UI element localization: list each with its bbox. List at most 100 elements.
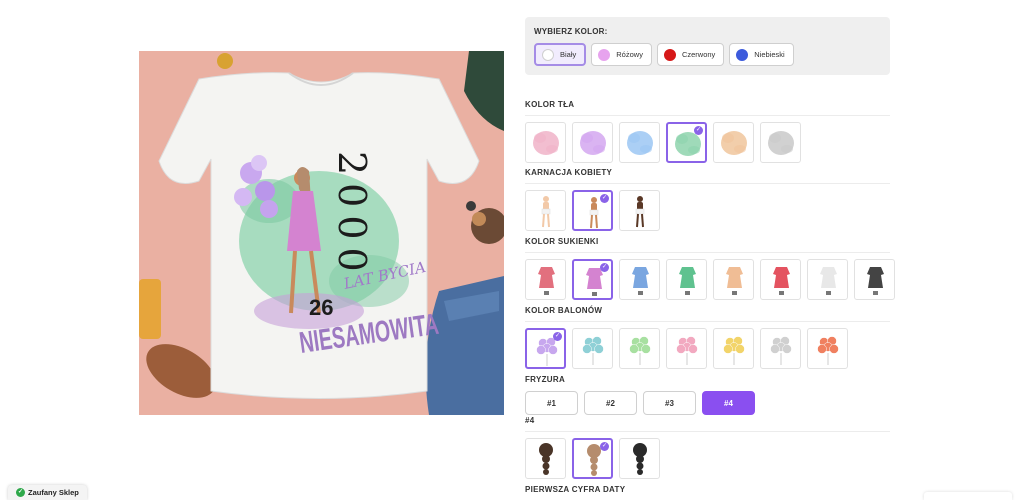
balloon [594,344,604,354]
dress-tag [638,291,643,295]
balloon-color-label: KOLOR BALONÓW [525,306,603,315]
dress-color-option-6[interactable] [807,259,848,300]
background-swatch-5[interactable] [760,122,801,163]
divider [525,321,890,322]
balloon-color-option-4[interactable] [713,328,754,369]
balloon [817,344,827,354]
balloon [829,344,839,354]
hairstyle-option-2[interactable]: #3 [643,391,696,415]
dress-tag [592,292,597,296]
shirt-color-options: Biały Różowy Czerwony Niebieski [534,43,881,66]
skin-tone-option-1[interactable]: ✓ [572,190,613,231]
balloon-color-option-0[interactable]: ✓ [525,328,566,369]
color-swatch-icon [598,48,611,61]
check-icon: ✓ [16,488,25,497]
skin-tone-option-0[interactable] [525,190,566,231]
dress-icon [726,267,743,295]
figure-head [543,196,549,202]
tshirt-mockup: 2000 LAT BYCIA 26 NIESAMOWITA [139,51,504,415]
balloon-color-option-3[interactable] [666,328,707,369]
figure-underwear [541,208,551,215]
splash-blob [546,145,558,153]
splash-blob [676,134,688,144]
balloon-color-option-1[interactable] [572,328,613,369]
hairstyle-option-0[interactable]: #1 [525,391,578,415]
splash-blob [581,133,593,143]
dress-color-option-7[interactable] [854,259,895,300]
watercolor-splash-icon [768,131,794,155]
hair-braid-icon [633,443,647,475]
braid-segment [591,470,597,476]
balloon-color-option-5[interactable] [760,328,801,369]
background-swatch-4[interactable] [713,122,754,163]
hair-top [539,443,553,457]
hair-braid-icon [539,443,553,475]
chat-widget-tab[interactable] [924,492,1012,500]
figure-leg [590,214,593,229]
dress-icon [679,267,696,295]
dress-color-option-0[interactable] [525,259,566,300]
dress-tag [544,291,549,295]
shirt-color-panel: WYBIERZ KOLOR: Biały Różowy Czerwony Niebie… [525,17,890,75]
hair-color-option-2[interactable] [619,438,660,479]
dress-color-option-5[interactable] [760,259,801,300]
skin-tone-option-2[interactable] [619,190,660,231]
background-swatch-2[interactable] [619,122,660,163]
braid-segment [590,456,598,464]
dress-color-option-2[interactable] [619,259,660,300]
background-swatch-1[interactable] [572,122,613,163]
divider [525,252,890,253]
balloon [548,345,558,355]
trusted-shop-badge[interactable]: ✓ Zaufany Sklep [8,485,87,500]
dress-color-options: ✓ [525,259,895,300]
watercolor-splash-icon [721,131,747,155]
color-option-1[interactable]: Różowy [591,43,652,66]
splash-blob [688,146,700,154]
splash-blob [593,145,605,153]
balloon-color-options: ✓ [525,328,848,369]
color-option-3[interactable]: Niebieski [729,43,794,66]
splash-blob [534,133,546,143]
background-swatch-0[interactable] [525,122,566,163]
figure-leg [641,213,644,228]
dress-shape [679,267,696,288]
dress-icon [538,267,555,295]
figure-leg [636,213,639,228]
check-icon: ✓ [600,442,609,451]
dress-icon [773,267,790,295]
balloon-color-option-2[interactable] [619,328,660,369]
color-option-0[interactable]: Biały [534,43,587,66]
hairstyle-option-3[interactable]: #4 [702,391,755,415]
color-option-2[interactable]: Czerwony [656,43,725,66]
balloon [536,345,546,355]
dress-shape [586,268,603,289]
balloons-icon [676,336,698,365]
hair-color-option-0[interactable] [525,438,566,479]
divider [525,183,890,184]
print-year: 2000 [330,151,374,280]
braid-segment [543,469,549,475]
balloon [770,344,780,354]
color-option-label: Biały [560,50,577,59]
balloon-color-option-6[interactable] [807,328,848,369]
dress-color-option-3[interactable] [666,259,707,300]
first-digit-label: PIERWSZA CYFRA DATY [525,485,626,494]
dress-tag [826,291,831,295]
balloons-icon [582,336,604,365]
hair-color-option-1[interactable]: ✓ [572,438,613,479]
braid-segment [637,469,643,475]
dress-color-option-4[interactable] [713,259,754,300]
background-color-options: ✓ [525,122,801,163]
skin-tone-options: ✓ [525,190,660,231]
color-swatch-icon [663,48,676,61]
dress-color-option-1[interactable]: ✓ [572,259,613,300]
color-swatch-icon [736,48,749,61]
braid-segment [636,455,644,463]
skin-tone-label: KARNACJA KOBIETY [525,168,613,177]
watercolor-splash-icon [580,131,606,155]
hairstyle-option-1[interactable]: #2 [584,391,637,415]
background-swatch-3[interactable]: ✓ [666,122,707,163]
divider [525,115,890,116]
braid-segment [542,455,550,463]
figure-leg [542,213,545,228]
